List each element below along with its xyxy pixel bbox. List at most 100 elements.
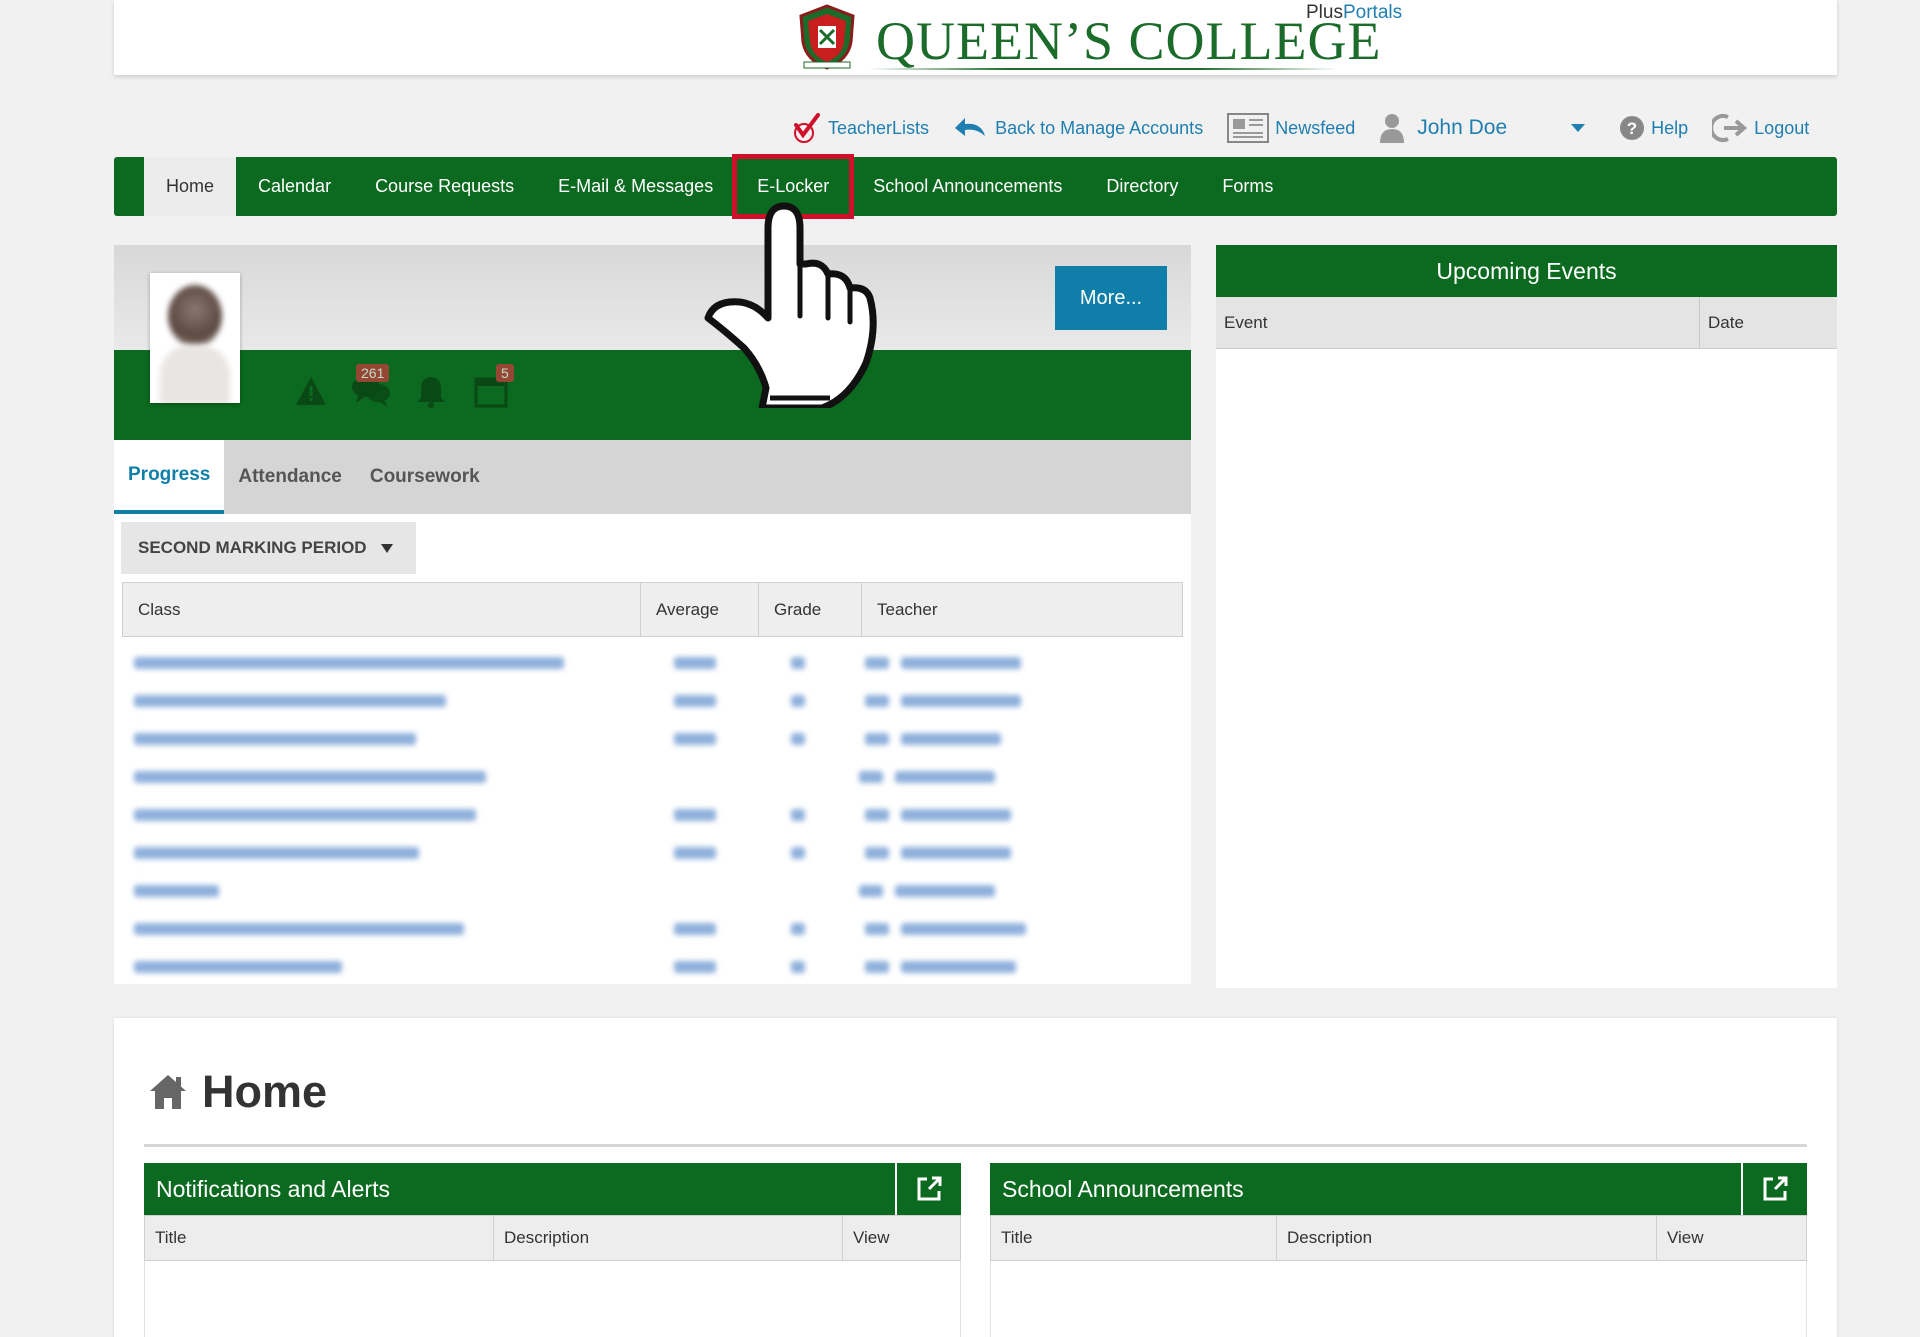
- table-row[interactable]: [134, 682, 1174, 720]
- marking-period-label: SECOND MARKING PERIOD: [138, 538, 367, 557]
- nav-home[interactable]: Home: [144, 157, 237, 216]
- profile-alert-icons: 261 5: [290, 364, 530, 412]
- user-name: John Doe: [1417, 116, 1508, 139]
- main-nav: Home Calendar Course Requests E-Mail & M…: [114, 154, 1837, 219]
- col-description[interactable]: Description: [494, 1216, 843, 1260]
- announcements-body: [990, 1261, 1807, 1337]
- col-title[interactable]: Title: [991, 1216, 1277, 1260]
- calendar-count-badge: 5: [496, 364, 514, 382]
- table-row[interactable]: [134, 720, 1174, 758]
- grades-table-rows-blurred: [134, 644, 1174, 986]
- announcements-widget: School Announcements Title Description V…: [990, 1163, 1807, 1337]
- external-link-icon[interactable]: [895, 1163, 961, 1215]
- col-view[interactable]: View: [1657, 1216, 1806, 1260]
- notifications-body: [144, 1261, 961, 1337]
- svg-text:?: ?: [1627, 119, 1637, 138]
- help-icon: ?: [1620, 116, 1645, 140]
- divider: [144, 1144, 1807, 1147]
- newspaper-icon: [1227, 113, 1270, 143]
- home-icon: [150, 1075, 186, 1109]
- back-arrow-icon: [955, 118, 986, 136]
- grades-panel: SECOND MARKING PERIOD Class Average Grad…: [114, 514, 1191, 984]
- table-row[interactable]: [134, 834, 1174, 872]
- nav-directory[interactable]: Directory: [1084, 157, 1200, 216]
- tab-progress[interactable]: Progress: [114, 440, 225, 514]
- page-title-text: Home: [202, 1066, 328, 1117]
- profile-header: [114, 245, 1191, 350]
- upcoming-events-panel: Upcoming Events Event Date: [1216, 245, 1837, 988]
- chevron-down-icon[interactable]: [1571, 124, 1586, 132]
- table-row[interactable]: [134, 872, 1174, 910]
- col-grade[interactable]: Grade: [759, 583, 862, 636]
- messages-count-badge: 261: [356, 364, 390, 382]
- profile-status-bar: [114, 350, 1191, 440]
- col-view[interactable]: View: [843, 1216, 960, 1260]
- logout-icon: [1712, 114, 1748, 142]
- grades-table-header: Class Average Grade Teacher: [122, 582, 1183, 637]
- plusportals-wordmark: PlusPortals: [1306, 2, 1402, 24]
- nav-calendar[interactable]: Calendar: [236, 157, 353, 216]
- calendar-icon[interactable]: 5: [470, 364, 514, 412]
- marking-period-select[interactable]: SECOND MARKING PERIOD: [121, 522, 416, 574]
- more-button[interactable]: More...: [1055, 266, 1167, 330]
- student-avatar: [150, 273, 240, 403]
- notifications-header: Notifications and Alerts: [144, 1163, 961, 1215]
- external-link-icon[interactable]: [1741, 1163, 1807, 1215]
- student-profile-card: More... 261 5: [114, 245, 1191, 440]
- back-to-manage-accounts-link[interactable]: Back to Manage Accounts: [953, 116, 1203, 140]
- college-logo[interactable]: QUEEN’S COLLEGE PlusPortals: [798, 0, 1402, 75]
- events-table-header: Event Date: [1216, 297, 1837, 349]
- help-link[interactable]: ? Help: [1619, 115, 1688, 141]
- college-crest-icon: [799, 4, 855, 70]
- user-menu[interactable]: John Doe: [1379, 113, 1619, 143]
- portals-text: Portals: [1342, 2, 1403, 23]
- notifications-title: Notifications and Alerts: [156, 1175, 390, 1202]
- nav-school-announcements[interactable]: School Announcements: [851, 157, 1084, 216]
- newsfeed-link[interactable]: Newsfeed: [1227, 113, 1355, 143]
- user-icon: [1380, 114, 1405, 143]
- newsfeed-label: Newsfeed: [1275, 117, 1356, 138]
- upcoming-events-title: Upcoming Events: [1216, 245, 1837, 297]
- help-label: Help: [1651, 117, 1689, 138]
- nav-e-locker[interactable]: E-Locker: [732, 154, 855, 219]
- nav-course-requests[interactable]: Course Requests: [353, 157, 536, 216]
- notifications-table-header: Title Description View: [144, 1215, 961, 1261]
- site-header: QUEEN’S COLLEGE PlusPortals: [114, 0, 1837, 75]
- bell-icon[interactable]: [410, 370, 452, 412]
- col-title[interactable]: Title: [145, 1216, 494, 1260]
- tab-coursework[interactable]: Coursework: [356, 440, 494, 514]
- teacherlists-link[interactable]: TeacherLists: [790, 111, 929, 145]
- top-links: TeacherLists Back to Manage Accounts New…: [790, 108, 1809, 148]
- home-dashboard: Home Notifications and Alerts Title Desc…: [114, 1018, 1837, 1337]
- table-row[interactable]: [134, 796, 1174, 834]
- progress-tabs: Progress Attendance Coursework: [114, 440, 1191, 514]
- tab-attendance[interactable]: Attendance: [224, 440, 355, 514]
- announcements-table-header: Title Description View: [990, 1215, 1807, 1261]
- page-title: Home: [148, 1066, 327, 1118]
- col-class[interactable]: Class: [123, 583, 641, 636]
- col-date[interactable]: Date: [1700, 297, 1837, 348]
- nav-email-messages[interactable]: E-Mail & Messages: [536, 157, 735, 216]
- table-row[interactable]: [134, 948, 1174, 986]
- teacherlists-icon: [794, 113, 820, 143]
- col-description[interactable]: Description: [1277, 1216, 1657, 1260]
- notifications-widget: Notifications and Alerts Title Descripti…: [144, 1163, 961, 1337]
- table-row[interactable]: [134, 910, 1174, 948]
- col-teacher[interactable]: Teacher: [862, 583, 1182, 636]
- table-row[interactable]: [134, 758, 1174, 796]
- caret-down-icon: [380, 543, 393, 553]
- logo-underline: [868, 68, 1338, 70]
- col-average[interactable]: Average: [641, 583, 759, 636]
- table-row[interactable]: [134, 644, 1174, 682]
- nav-forms[interactable]: Forms: [1200, 157, 1295, 216]
- plus-text: Plus: [1306, 2, 1343, 23]
- logout-link[interactable]: Logout: [1712, 113, 1809, 143]
- teacherlists-label: TeacherLists: [828, 117, 930, 138]
- back-to-manage-accounts-label: Back to Manage Accounts: [995, 117, 1204, 138]
- announcements-title: School Announcements: [1002, 1175, 1244, 1202]
- col-event[interactable]: Event: [1216, 297, 1700, 348]
- logout-label: Logout: [1754, 117, 1810, 138]
- warning-icon[interactable]: [290, 370, 332, 412]
- announcements-header: School Announcements: [990, 1163, 1807, 1215]
- messages-icon[interactable]: 261: [350, 364, 392, 412]
